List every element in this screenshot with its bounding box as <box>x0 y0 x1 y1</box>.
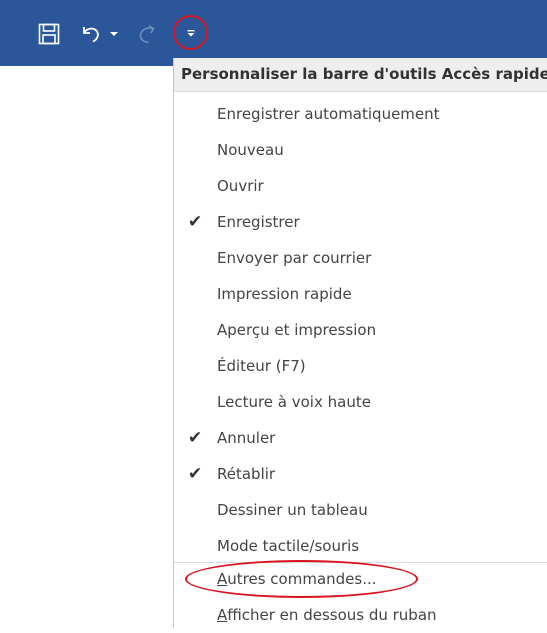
save-icon <box>38 23 60 45</box>
menu-item-label: Nouveau <box>217 141 284 159</box>
menu-item-label: Ouvrir <box>217 177 264 195</box>
menu-item-label: Mode tactile/souris <box>217 537 360 555</box>
menu-item-label: Annuler <box>217 429 276 447</box>
chevron-down-icon <box>110 32 118 36</box>
menu-title: Personnaliser la barre d'outils Accès ra… <box>174 58 547 92</box>
menu-item-touch-mouse-mode[interactable]: Mode tactile/souris <box>174 528 547 564</box>
menu-item-label: Autres commandes... <box>217 570 377 588</box>
customize-dropdown-icon <box>187 30 195 37</box>
undo-icon <box>83 27 99 43</box>
check-icon: ✔ <box>188 212 203 232</box>
customize-toolbar-button[interactable] <box>172 14 210 52</box>
menu-item-redo[interactable]: ✔ Rétablir <box>174 456 547 492</box>
menu-item-open[interactable]: Ouvrir <box>174 168 547 204</box>
menu-item-label: Aperçu et impression <box>217 321 377 339</box>
menu-item-label: Envoyer par courrier <box>217 249 372 267</box>
menu-item-quick-print[interactable]: Impression rapide <box>174 276 547 312</box>
check-icon: ✔ <box>188 428 203 448</box>
menu-item-read-aloud[interactable]: Lecture à voix haute <box>174 384 547 420</box>
undo-button[interactable] <box>73 16 107 52</box>
redo-button[interactable] <box>130 16 164 52</box>
menu-item-label: Lecture à voix haute <box>217 393 371 411</box>
menu-item-label: Enregistrer <box>217 213 300 231</box>
menu-item-email[interactable]: Envoyer par courrier <box>174 240 547 276</box>
menu-item-save[interactable]: ✔ Enregistrer <box>174 204 547 240</box>
menu-item-label: Enregistrer automatiquement <box>217 105 440 123</box>
redo-icon <box>139 25 155 43</box>
customize-toolbar-menu: Personnaliser la barre d'outils Accès ra… <box>173 58 547 628</box>
menu-item-undo[interactable]: ✔ Annuler <box>174 420 547 456</box>
menu-item-label: Impression rapide <box>217 285 352 303</box>
menu-item-print-preview[interactable]: Aperçu et impression <box>174 312 547 348</box>
quick-access-toolbar <box>0 0 547 66</box>
menu-item-editor[interactable]: Éditeur (F7) <box>174 348 547 384</box>
check-icon: ✔ <box>188 464 203 484</box>
menu-item-label: Rétablir <box>217 465 276 483</box>
menu-item-more-commands[interactable]: Autres commandes... <box>174 561 547 597</box>
menu-item-autosave[interactable]: Enregistrer automatiquement <box>174 96 547 132</box>
menu-item-label: Éditeur (F7) <box>217 357 306 375</box>
menu-item-draw-table[interactable]: Dessiner un tableau <box>174 492 547 528</box>
menu-item-label: Dessiner un tableau <box>217 501 368 519</box>
menu-item-new[interactable]: Nouveau <box>174 132 547 168</box>
undo-dropdown-button[interactable] <box>108 24 120 44</box>
save-button[interactable] <box>31 16 67 52</box>
